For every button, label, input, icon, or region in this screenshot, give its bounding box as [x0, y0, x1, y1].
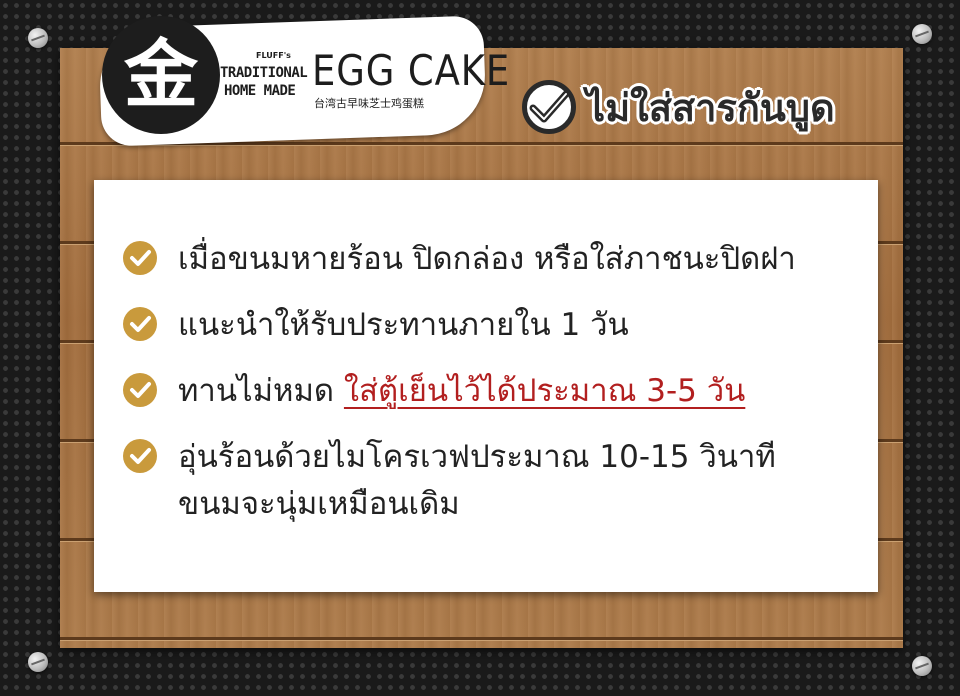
logo-glyph: 金	[124, 32, 198, 118]
no-preservative-text: ไม่ใส่สารกันบูด	[586, 85, 835, 130]
logo-emblem: 金	[102, 16, 220, 134]
check-circle-icon	[123, 241, 157, 275]
item-text: เมื่อขนมหายร้อน ปิดกล่อง หรือใส่ภาชนะปิด…	[178, 241, 796, 277]
item-text-line2: ขนมจะนุ่มเหมือนเดิม	[178, 485, 460, 522]
logo-brand-small: FLUFF's	[256, 51, 291, 60]
item-text-highlight: ใส่ตู้เย็นไว้ได้ประมาณ 3-5 วัน	[343, 373, 746, 409]
list-item: เมื่อขนมหายร้อน ปิดกล่อง หรือใส่ภาชนะปิด…	[122, 236, 796, 283]
screw-top-right	[912, 24, 932, 44]
item-text: อุ่นร้อนด้วยไมโครเวฟประมาณ 10-15 วินาที …	[178, 434, 776, 527]
item-text: แนะนำให้รับประทานภายใน 1 วัน	[178, 307, 629, 343]
no-preservative-badge: ไม่ใส่สารกันบูด	[522, 74, 835, 140]
item-text-prefix: ทานไม่หมด	[178, 373, 344, 409]
list-item: ทานไม่หมด ใส่ตู้เย็นไว้ได้ประมาณ 3-5 วัน	[122, 368, 745, 415]
list-item: อุ่นร้อนด้วยไมโครเวฟประมาณ 10-15 วินาที …	[122, 434, 776, 527]
item-text: ทานไม่หมด ใส่ตู้เย็นไว้ได้ประมาณ 3-5 วัน	[178, 368, 745, 415]
screw-bottom-left	[28, 652, 48, 672]
check-circle-icon	[123, 439, 157, 473]
check-circle-icon	[522, 80, 576, 134]
list-item: แนะนำให้รับประทานภายใน 1 วัน	[122, 302, 629, 349]
screw-top-left	[28, 28, 48, 48]
instruction-card: เมื่อขนมหายร้อน ปิดกล่อง หรือใส่ภาชนะปิด…	[94, 180, 878, 592]
check-circle-icon	[123, 307, 157, 341]
logo-title: EGG CAKE	[312, 46, 511, 95]
screw-bottom-right	[912, 656, 932, 676]
check-circle-icon	[123, 373, 157, 407]
item-text-line1: อุ่นร้อนด้วยไมโครเวฟประมาณ 10-15 วินาที	[178, 439, 776, 475]
logo-traditional: TRADITIONAL	[220, 65, 308, 81]
logo-subtitle-cn: 台湾古早味芝士鸡蛋糕	[314, 97, 424, 110]
logo-home-made: HOME MADE	[224, 83, 296, 99]
